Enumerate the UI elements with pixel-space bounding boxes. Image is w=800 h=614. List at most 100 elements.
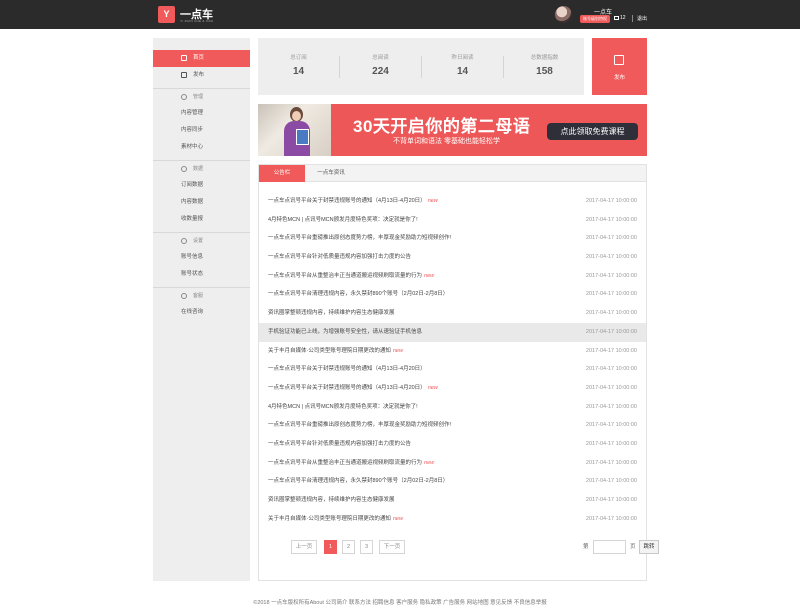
jump-prefix: 第: [583, 544, 589, 550]
student-figure: [282, 107, 312, 156]
tab-news[interactable]: 一点车资讯: [305, 165, 357, 182]
banner-title: 30天开启你的第二母语: [353, 117, 531, 136]
sidebar-item-content-data[interactable]: 内容数据: [153, 194, 250, 211]
notice-title[interactable]: 资讯圈掌整顿违规内容，持续维护内容生态健康发展: [268, 310, 395, 316]
sidebar-item-content-sync[interactable]: 内容同步: [153, 122, 250, 139]
notice-row[interactable]: 一点车点讯号平台关于封禁违规账号的通知（4月13日-4月20日） 2017-04-…: [259, 360, 646, 379]
sidebar-group-support: 客服: [153, 287, 250, 304]
sidebar-item-material-center[interactable]: 素材中心: [153, 139, 250, 156]
avatar[interactable]: [555, 6, 572, 23]
notice-row[interactable]: 一点车点讯号平台关于封禁违规账号的通知（4月13日-4月20日） new 2017-…: [259, 379, 646, 398]
edit-icon: [614, 55, 624, 65]
footer: ©2018 一点车版权所有About 公司简介 联系方法 招聘信息 客户服务 隐…: [253, 600, 547, 606]
notice-row[interactable]: 4月特色MCN | 点讯号MCN颁发月度特色奖项：决定就是你了! 2017-04-…: [259, 211, 646, 230]
page-3-button[interactable]: 3: [360, 540, 373, 554]
notice-row[interactable]: 一点车点讯号平台从重整治丰正当通道搬运视频刷取流量的行为 new 2017-04-1…: [259, 267, 646, 286]
notice-title[interactable]: 一点车点讯号平台针对低质量违规内容加强打击力度的公告: [268, 441, 411, 447]
banner-subtitle: 不背单词和语法 零基础也能轻松学: [393, 138, 500, 145]
notice-title[interactable]: 一点车点讯号平台关于封禁违规账号的通知（4月13日-4月20日）: [268, 198, 426, 204]
notice-date: 2017-04-17 10:00:00: [585, 254, 637, 261]
notice-row[interactable]: 一点车点讯号平台重磅推出原创态度势力榜，丰厚现金奖励助力短视频创作! 2017-0…: [259, 229, 646, 248]
notice-title[interactable]: 一点车点讯号平台重磅推出原创态度势力榜，丰厚现金奖励助力短视频创作!: [268, 422, 451, 428]
notice-title[interactable]: 手机验证功能已上线，为增强账号安全性，请从速验证手机信息: [268, 329, 422, 335]
notice-row[interactable]: 资讯圈掌整顿违规内容，持续维护内容生态健康发展 2017-04-17 10:00:…: [259, 304, 646, 323]
sidebar-item-income-report[interactable]: 收数量报: [153, 211, 250, 228]
notice-date: 2017-04-17 10:00:00: [585, 478, 637, 485]
promo-banner[interactable]: 30天开启你的第二母语 不背单词和语法 零基础也能轻松学 点此领取免费课程: [258, 104, 647, 156]
page-2-button[interactable]: 2: [342, 540, 355, 554]
sidebar-item-online-consult[interactable]: 在线咨询: [153, 304, 250, 321]
new-tag: new: [392, 347, 403, 354]
sidebar-item-label: 发布: [193, 72, 205, 78]
headset-icon: [181, 293, 187, 299]
stat-value: 14: [292, 66, 305, 77]
sidebar-group-title: 管理: [193, 94, 204, 100]
book-icon: [296, 129, 309, 145]
notice-title[interactable]: 一点车点讯号平台针对低质量违规内容加强打击力度的公告: [268, 254, 411, 260]
notice-title[interactable]: 一点车点讯号平台从重整治丰正当通道搬运视频刷取流量的行为: [268, 273, 422, 279]
sidebar: 首页 发布 管理 内容管理 内容同步 素材中心 数据 订阅数据 内容数据 收数量…: [153, 38, 250, 581]
sidebar-item-subscription-data[interactable]: 订阅数据: [153, 177, 250, 194]
page-1-button[interactable]: 1: [324, 540, 337, 554]
next-page-button[interactable]: 下一页: [379, 540, 405, 554]
notice-title[interactable]: 4月特色MCN | 点讯号MCN颁发月度特色奖项：决定就是你了!: [268, 404, 418, 410]
notice-date: 2017-04-17 10:00:00: [585, 366, 637, 373]
sidebar-item-publish[interactable]: 发布: [153, 67, 250, 84]
notice-row[interactable]: 一点车点讯号平台针对低质量违规内容加强打击力度的公告 2017-04-17 10:…: [259, 248, 646, 267]
notice-date: 2017-04-17 10:00:00: [585, 515, 637, 522]
notice-title[interactable]: 一点车点讯号平台关于封禁违规账号的通知（4月13日-4月20日）: [268, 385, 426, 391]
notice-date: 2017-04-17 10:00:00: [585, 422, 637, 429]
top-bar: Y 一点车 YI DIAN CHE & CAR 一点车 账号级别特权 12 退出: [0, 0, 800, 29]
notice-row[interactable]: 一点车点讯号平台针对低质量违规内容加强打击力度的公告 2017-04-17 10:…: [259, 435, 646, 454]
logo-mark[interactable]: Y: [158, 6, 175, 23]
notice-row[interactable]: 一点车点讯号平台从重整治丰正当通道搬运视频刷取流量的行为 new 2017-04-1…: [259, 454, 646, 473]
tab-announcements[interactable]: 公告栏: [259, 165, 305, 182]
notice-row[interactable]: 一点车点讯号平台重磅推出原创态度势力榜，丰厚现金奖励助力短视频创作! 2017-0…: [259, 416, 646, 435]
notice-row[interactable]: 一点车点讯号平台清理违规内容，永久禁封890个账号（2月02日-2月8日） 201…: [259, 472, 646, 491]
notice-row[interactable]: 4月特色MCN | 点讯号MCN颁发月度特色奖项：决定就是你了! 2017-04-…: [259, 398, 646, 417]
notice-row[interactable]: 关于丰月自媒体·公司类型账号理院日期更改的通知 new 2017-04-17 10:…: [259, 510, 646, 529]
sidebar-item-account-status[interactable]: 账号状态: [153, 266, 250, 283]
notice-title[interactable]: 一点车点讯号平台清理违规内容，永久禁封890个账号（2月02日-2月8日）: [268, 291, 448, 297]
notice-title[interactable]: 资讯圈掌整顿违规内容，持续维护内容生态健康发展: [268, 497, 395, 503]
mail-icon: [614, 15, 619, 20]
sidebar-group-title: 客服: [193, 293, 204, 299]
page-jump-input[interactable]: [593, 540, 626, 554]
notice-title[interactable]: 一点车点讯号平台关于封禁违规账号的通知（4月13日-4月20日）: [268, 366, 426, 372]
notice-title[interactable]: 一点车点讯号平台重磅推出原创态度势力榜，丰厚现金奖励助力短视频创作!: [268, 235, 451, 241]
stat-total-subscriptions: 总订阅 14: [258, 38, 339, 95]
notice-row[interactable]: 一点车点讯号平台关于封禁违规账号的通知（4月13日-4月20日） new 2017-…: [259, 192, 646, 211]
notice-title[interactable]: 一点车点讯号平台从重整治丰正当通道搬运视频刷取流量的行为: [268, 460, 422, 466]
new-tag: new: [424, 459, 435, 466]
brand-subtitle: YI DIAN CHE & CAR: [180, 19, 214, 23]
notice-row[interactable]: 手机验证功能已上线，为增强账号安全性，请从速验证手机信息 2017-04-17 1…: [259, 322, 646, 342]
banner-cta-button[interactable]: 点此领取免费课程: [547, 123, 638, 140]
notice-row[interactable]: 一点车点讯号平台清理违规内容，永久禁封890个账号（2月02日-2月8日） 201…: [259, 285, 646, 304]
prev-page-button[interactable]: 上一页: [291, 540, 317, 554]
jump-button[interactable]: 跳转: [639, 540, 659, 554]
stat-total-reads: 总阅读 224: [340, 38, 421, 95]
sidebar-item-account-info[interactable]: 账号信息: [153, 249, 250, 266]
stat-value: 158: [536, 66, 553, 77]
notice-date: 2017-04-17 10:00:00: [585, 384, 637, 391]
stat-label: 总订阅: [290, 55, 307, 61]
logout-link[interactable]: 退出: [632, 15, 647, 22]
new-tag: new: [424, 272, 435, 279]
notice-title[interactable]: 关于丰月自媒体·公司类型账号理院日期更改的通知: [268, 348, 391, 354]
stat-label: 总阅读: [372, 55, 389, 61]
notice-title[interactable]: 关于丰月自媒体·公司类型账号理院日期更改的通知: [268, 516, 391, 522]
notice-title[interactable]: 一点车点讯号平台清理违规内容，永久禁封890个账号（2月02日-2月8日）: [268, 478, 448, 484]
notice-date: 2017-04-17 10:00:00: [585, 440, 637, 447]
new-tag: new: [392, 515, 403, 522]
sidebar-item-home[interactable]: 首页: [153, 50, 250, 67]
notice-title[interactable]: 4月特色MCN | 点讯号MCN颁发月度特色奖项：决定就是你了!: [268, 217, 418, 223]
publish-button[interactable]: 发布: [592, 38, 647, 95]
notice-row[interactable]: 关于丰月自媒体·公司类型账号理院日期更改的通知 new 2017-04-17 10:…: [259, 342, 646, 361]
messages-link[interactable]: 12: [614, 15, 626, 21]
notice-row[interactable]: 资讯圈掌整顿违规内容，持续维护内容生态健康发展 2017-04-17 10:00:…: [259, 491, 646, 510]
stat-yesterday-reads: 昨日阅读 14: [422, 38, 503, 95]
sidebar-item-content-manage[interactable]: 内容管理: [153, 105, 250, 122]
sidebar-group-manage: 管理: [153, 88, 250, 105]
sidebar-group-data: 数据: [153, 160, 250, 177]
